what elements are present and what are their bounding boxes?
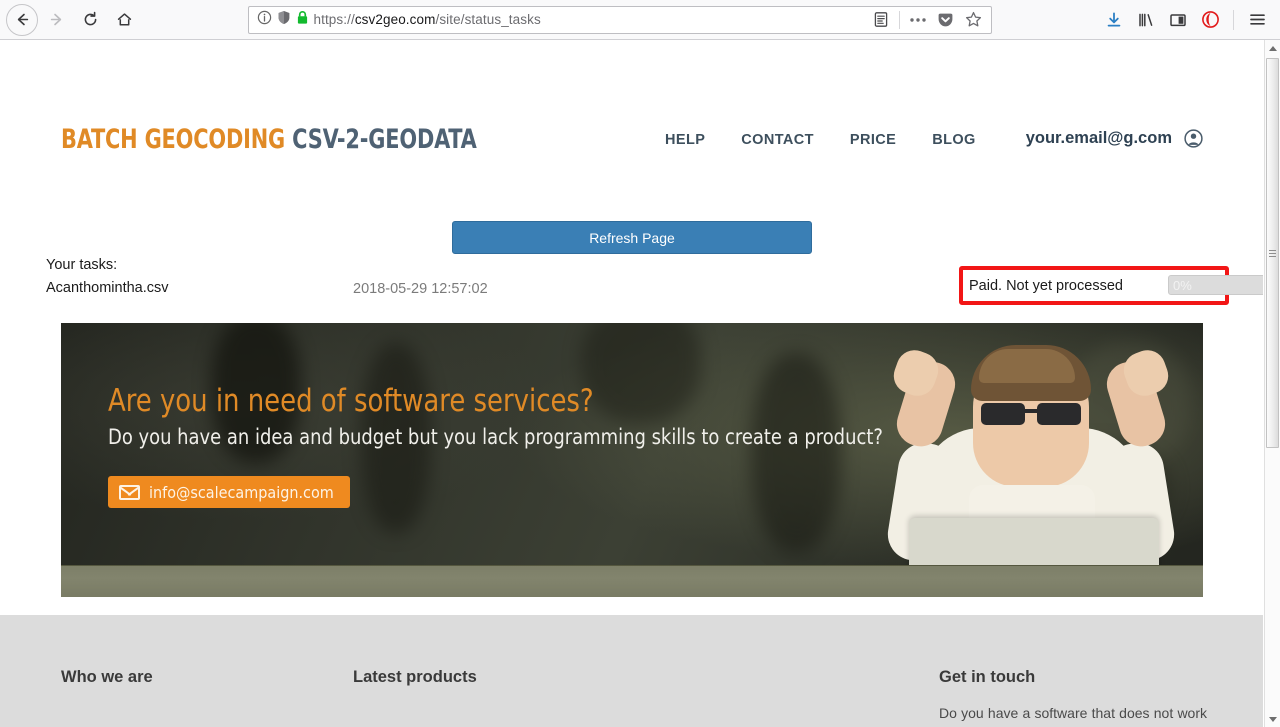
toolbar-divider [1233, 9, 1234, 30]
page-viewport: BATCH GEOCODING CSV-2-GEODATA HELP CONTA… [0, 40, 1263, 727]
table-row: Acanthomintha.csv 2018-05-29 12:57:02 Pa… [46, 266, 1263, 305]
scrollbar-grip [1269, 248, 1276, 259]
browser-toolbar: https://csv2geo.com/site/status_tasks [0, 0, 1280, 40]
banner-cta-email: info@scalecampaign.com [149, 482, 334, 502]
address-bar[interactable]: https://csv2geo.com/site/status_tasks [247, 5, 992, 34]
reload-icon [82, 11, 99, 28]
red-shield-icon[interactable] [1195, 5, 1225, 35]
frustrated-man-at-laptop-photo [851, 333, 1203, 597]
back-arrow-icon [14, 11, 31, 28]
banner-title: Are you in need of software services? [108, 383, 594, 419]
urlbar-divider [898, 10, 900, 29]
task-filename[interactable]: Acanthomintha.csv [46, 280, 169, 296]
nav-item-price[interactable]: PRICE [850, 132, 896, 148]
logo-text-csv2geodata: CSV-2-GEODATA [292, 124, 477, 155]
urlbar-container: https://csv2geo.com/site/status_tasks [140, 5, 1099, 34]
footer-heading-who-we-are: Who we are [61, 668, 153, 686]
reader-view-icon[interactable] [868, 8, 894, 32]
main-navigation: HELP CONTACT PRICE BLOG [665, 132, 976, 148]
site-footer: Who we are Latest products Get in touch … [0, 615, 1263, 727]
account-area[interactable]: your.email@g.com [1026, 129, 1203, 148]
task-date: 2018-05-29 12:57:02 [353, 281, 488, 297]
browser-action-icons [1099, 5, 1280, 35]
site-logo[interactable]: BATCH GEOCODING CSV-2-GEODATA [61, 124, 477, 155]
home-button[interactable] [108, 4, 140, 36]
status-highlight-box: Paid. Not yet processed 0% [959, 266, 1263, 305]
chevron-up-icon [1268, 45, 1277, 51]
progress-label: 0% [1173, 278, 1192, 293]
banner-subtitle: Do you have an idea and budget but you l… [108, 425, 883, 449]
scrollbar-track[interactable] [1265, 56, 1280, 711]
account-email[interactable]: your.email@g.com [1026, 129, 1172, 148]
page-scrollbar[interactable] [1264, 40, 1280, 727]
download-icon[interactable] [1099, 5, 1129, 35]
home-icon [116, 11, 133, 28]
navigation-buttons [0, 3, 140, 36]
footer-heading-latest-products: Latest products [353, 668, 477, 686]
url-text: https://csv2geo.com/site/status_tasks [313, 12, 541, 27]
scrollbar-up-arrow[interactable] [1265, 40, 1280, 56]
scrollbar-down-arrow[interactable] [1265, 711, 1280, 727]
chevron-down-icon [1268, 716, 1277, 722]
scrollbar-thumb[interactable] [1266, 58, 1279, 448]
nav-item-contact[interactable]: CONTACT [741, 132, 814, 148]
urlbar-action-icons [868, 8, 987, 32]
library-icon[interactable] [1131, 5, 1161, 35]
info-circle-icon[interactable] [257, 10, 272, 30]
status-badge: Paid. Not yet processed [969, 277, 1123, 294]
site-header: BATCH GEOCODING CSV-2-GEODATA HELP CONTA… [0, 40, 1263, 180]
envelope-icon [119, 484, 140, 500]
pocket-icon[interactable] [933, 8, 959, 32]
banner-cta-button[interactable]: info@scalecampaign.com [108, 476, 350, 508]
banner-floor [61, 565, 1203, 597]
site-identity-block[interactable] [257, 10, 309, 30]
forward-button[interactable] [40, 4, 72, 36]
logo-text-batch-geocoding: BATCH GEOCODING [61, 124, 286, 155]
forward-arrow-icon [48, 11, 65, 28]
refresh-page-button[interactable]: Refresh Page [452, 221, 812, 254]
star-icon[interactable] [961, 8, 987, 32]
padlock-icon[interactable] [296, 10, 309, 30]
hamburger-menu-icon[interactable] [1242, 5, 1272, 35]
nav-item-blog[interactable]: BLOG [932, 132, 976, 148]
your-tasks-label: Your tasks: [46, 257, 118, 273]
reload-button[interactable] [74, 4, 106, 36]
shield-icon[interactable] [277, 10, 291, 30]
footer-heading-get-in-touch: Get in touch [939, 668, 1036, 686]
user-account-icon[interactable] [1184, 129, 1203, 148]
footer-body-text: Do you have a software that does not wor… [939, 705, 1207, 727]
ellipsis-icon[interactable] [905, 8, 931, 32]
progress-bar: 0% [1168, 275, 1263, 295]
sidebar-icon[interactable] [1163, 5, 1193, 35]
advertisement-banner[interactable]: Are you in need of software services? Do… [61, 323, 1203, 597]
back-button[interactable] [6, 3, 38, 36]
nav-item-help[interactable]: HELP [665, 132, 705, 148]
